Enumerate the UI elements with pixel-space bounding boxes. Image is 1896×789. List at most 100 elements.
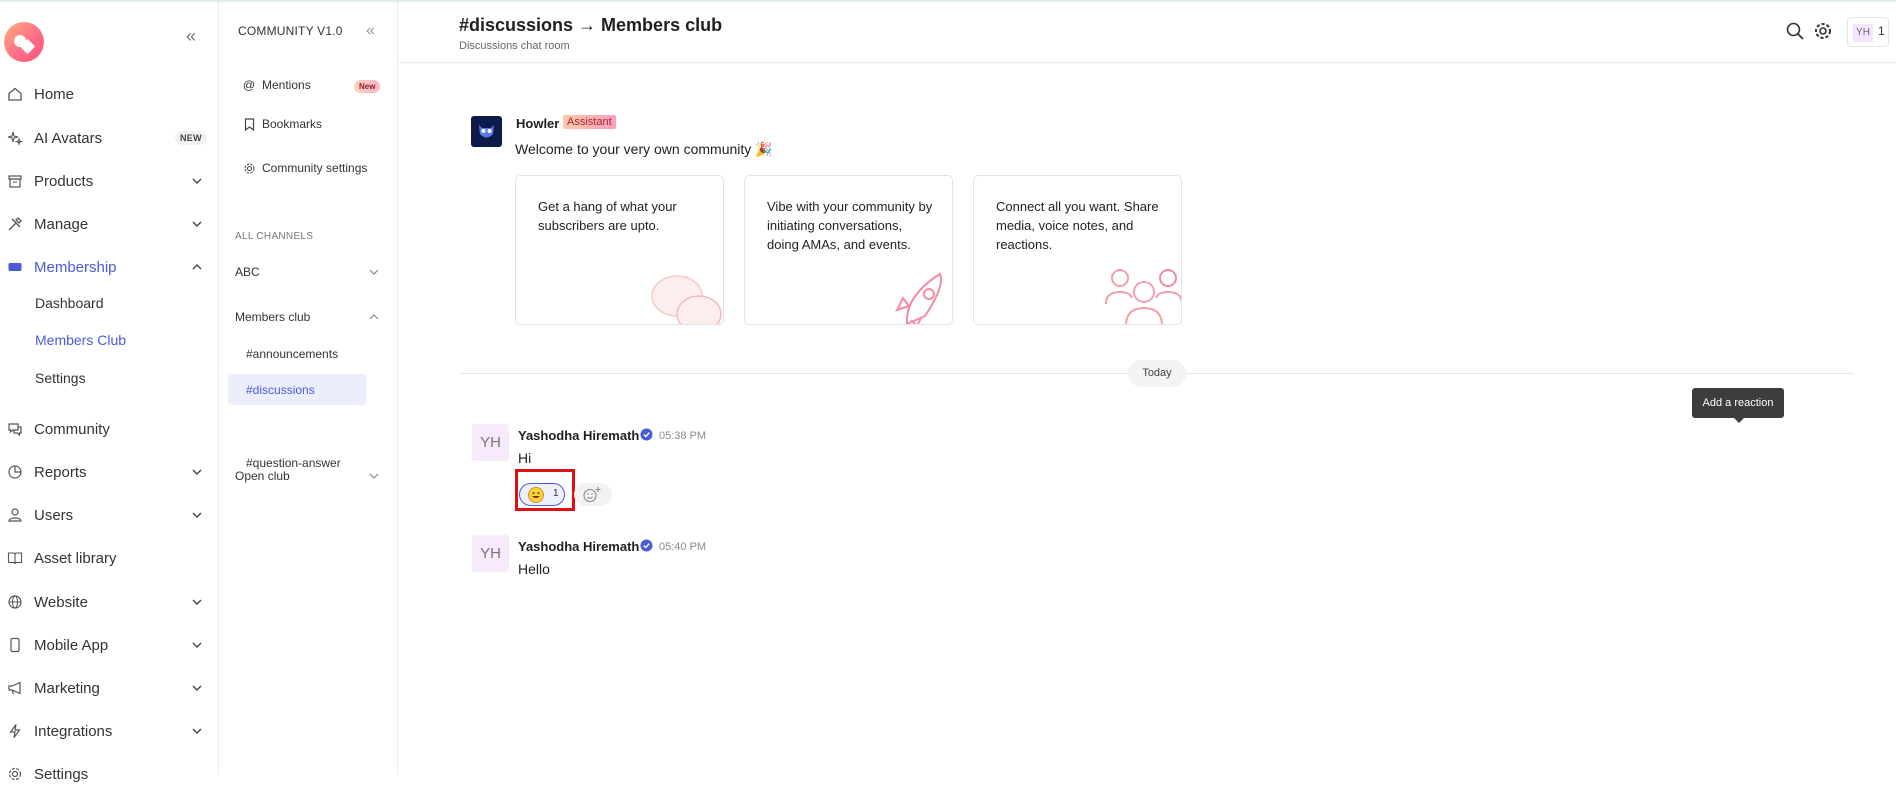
community-settings-label: Community settings xyxy=(262,161,368,175)
nav-reports[interactable]: Reports xyxy=(0,457,219,487)
search-icon[interactable] xyxy=(1785,21,1805,41)
box-icon xyxy=(6,172,24,190)
nav-users[interactable]: Users xyxy=(0,500,219,530)
nav-manage[interactable]: Manage xyxy=(0,209,219,239)
gear-icon[interactable] xyxy=(1813,21,1833,41)
nav-ai-avatars[interactable]: AI Avatars NEW xyxy=(0,123,219,153)
welcome-card: Vibe with your community by initiating c… xyxy=(744,175,953,325)
chevron-up-icon xyxy=(369,314,379,320)
nav-label: Products xyxy=(34,172,94,190)
chevron-down-icon xyxy=(192,642,202,648)
nav-mobile-app[interactable]: Mobile App xyxy=(0,630,219,660)
chat-bubbles-icon xyxy=(651,275,722,324)
chevron-down-icon xyxy=(192,469,202,475)
app-logo[interactable] xyxy=(4,22,44,62)
verified-icon xyxy=(640,539,653,552)
chevrons-left-icon[interactable]: « xyxy=(186,27,204,45)
nav-community[interactable]: Community xyxy=(0,414,219,444)
community-settings-link[interactable]: Community settings xyxy=(242,161,367,175)
avatar[interactable]: YH xyxy=(472,424,509,461)
mentions-label: Mentions xyxy=(262,78,311,92)
rocket-icon xyxy=(895,272,942,324)
sub-members-club[interactable]: Members Club xyxy=(35,332,126,348)
avatar[interactable]: YH xyxy=(472,535,509,572)
chevron-down-icon xyxy=(192,512,202,518)
membership-card-icon xyxy=(6,258,24,276)
bookmarks-link[interactable]: Bookmarks xyxy=(242,117,322,131)
megaphone-icon xyxy=(6,679,24,697)
chevron-up-icon xyxy=(192,264,202,270)
sub-dashboard[interactable]: Dashboard xyxy=(35,295,104,311)
card-text: Vibe with your community by initiating c… xyxy=(767,199,933,252)
group-label: ABC xyxy=(235,265,260,279)
bolt-icon xyxy=(6,722,24,740)
nav-label: AI Avatars xyxy=(34,129,103,147)
nav-label: Integrations xyxy=(34,722,113,740)
nav-marketing[interactable]: Marketing xyxy=(0,673,219,703)
channels-section-label: ALL CHANNELS xyxy=(235,231,314,242)
add-emoji-icon xyxy=(583,487,601,503)
chevron-down-icon xyxy=(192,599,202,605)
bot-avatar xyxy=(471,116,502,147)
message-author[interactable]: Yashodha Hiremath xyxy=(518,539,639,554)
chevron-down-icon xyxy=(369,473,379,479)
group-abc[interactable]: ABC xyxy=(235,265,380,279)
bookmarks-label: Bookmarks xyxy=(262,117,323,131)
chevron-down-icon xyxy=(192,221,202,227)
community-title: COMMUNITY V1.0 xyxy=(238,24,343,38)
assistant-badge: Assistant xyxy=(563,115,616,129)
bot-name: Howler xyxy=(516,116,560,131)
tools-icon xyxy=(6,215,24,233)
welcome-card: Get a hang of what your subscribers are … xyxy=(515,175,724,325)
avatar-initials: YH xyxy=(1853,24,1873,42)
nav-label: Reports xyxy=(34,463,87,481)
chevrons-left-icon[interactable]: « xyxy=(366,22,375,40)
verified-icon xyxy=(640,428,653,441)
user-avatar-button[interactable]: YH 1 xyxy=(1847,17,1889,47)
at-sign-icon: @ xyxy=(242,78,256,92)
channel-question-answer[interactable]: #question-answer xyxy=(246,456,341,470)
message-time: 05:40 PM xyxy=(659,541,707,553)
nav-asset-library[interactable]: Asset library xyxy=(0,543,219,573)
nav-label: Website xyxy=(34,593,88,611)
channel-announcements[interactable]: #announcements xyxy=(246,347,338,361)
group-open-club[interactable]: Open club xyxy=(235,469,380,483)
bookmark-icon xyxy=(242,117,256,131)
nav-products[interactable]: Products xyxy=(0,166,219,196)
nav-settings[interactable]: Settings xyxy=(0,759,219,789)
reaction-count: 1 xyxy=(553,488,559,499)
channel-discussions[interactable]: #discussions xyxy=(246,383,315,397)
nav-label: Membership xyxy=(34,258,117,276)
mentions-link[interactable]: @ Mentions xyxy=(242,78,311,92)
welcome-card: Connect all you want. Share media, voice… xyxy=(973,175,1182,325)
reaction-pill[interactable]: 1 xyxy=(519,483,565,506)
add-reaction-button[interactable] xyxy=(574,483,612,506)
pie-chart-icon xyxy=(6,463,24,481)
avatar-count: 1 xyxy=(1878,24,1885,38)
nav-label: Users xyxy=(34,506,74,524)
new-badge: NEW xyxy=(175,131,207,145)
nav-website[interactable]: Website xyxy=(0,587,219,617)
card-text: Get a hang of what your subscribers are … xyxy=(538,199,677,233)
book-icon xyxy=(6,549,24,567)
nav-label: Marketing xyxy=(34,679,100,697)
message-time: 05:38 PM xyxy=(659,430,707,442)
nav-label: Home xyxy=(34,85,75,103)
nav-home[interactable]: Home xyxy=(0,79,219,109)
sub-settings[interactable]: Settings xyxy=(35,370,86,386)
user-icon xyxy=(6,506,24,524)
new-badge: New xyxy=(354,80,381,93)
group-label: Open club xyxy=(235,469,290,483)
nav-integrations[interactable]: Integrations xyxy=(0,716,219,746)
nav-membership[interactable]: Membership xyxy=(0,252,219,282)
chevron-down-icon xyxy=(192,685,202,691)
chevron-down-icon xyxy=(369,269,379,275)
group-members-club[interactable]: Members club xyxy=(235,310,380,324)
nav-label: Mobile App xyxy=(34,636,109,654)
chevron-down-icon xyxy=(192,178,202,184)
message-author[interactable]: Yashodha Hiremath xyxy=(518,428,639,443)
people-group-icon xyxy=(1105,269,1181,324)
gear-icon xyxy=(242,161,256,175)
chat-header: #discussions → Members club Discussions … xyxy=(399,2,1896,63)
card-text: Connect all you want. Share media, voice… xyxy=(996,199,1159,252)
